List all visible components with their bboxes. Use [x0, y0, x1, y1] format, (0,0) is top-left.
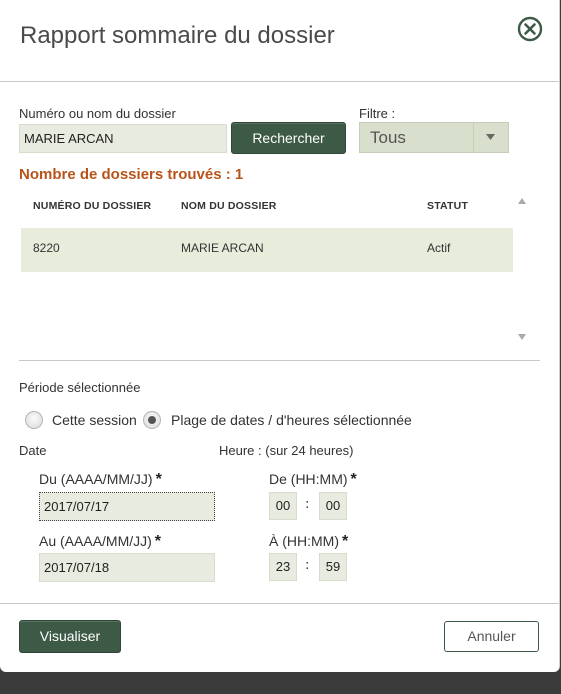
- to-minute-input[interactable]: 59: [319, 553, 347, 581]
- dropdown-toggle[interactable]: [473, 123, 508, 152]
- footer-divider: [0, 603, 559, 604]
- period-label: Période sélectionnée: [19, 380, 141, 395]
- radio-this-session[interactable]: [25, 411, 43, 429]
- cell-numero: 8220: [33, 241, 60, 255]
- results-divider: [19, 360, 540, 361]
- chevron-down-icon: [486, 134, 495, 140]
- to-date-input[interactable]: [39, 553, 215, 582]
- required-marker: *: [342, 533, 349, 550]
- dialog-title: Rapport sommaire du dossier: [20, 22, 335, 49]
- radio-date-range[interactable]: [143, 411, 161, 429]
- cell-statut: Actif: [427, 241, 451, 255]
- cancel-button[interactable]: Annuler: [444, 621, 539, 652]
- from-date-label: Du (AAAA/MM/JJ) *: [39, 471, 162, 489]
- filter-selected-value: Tous: [370, 128, 406, 147]
- radio-date-range-label[interactable]: Plage de dates / d'heures sélectionnée: [171, 412, 412, 428]
- header-divider: [0, 81, 559, 82]
- scroll-down-icon[interactable]: [518, 334, 526, 340]
- table-row[interactable]: 8220 MARIE ARCAN Actif: [21, 228, 513, 272]
- radio-selected-dot: [148, 416, 156, 424]
- time-heading: Heure : (sur 24 heures): [219, 443, 354, 458]
- to-date-label: Au (AAAA/MM/JJ) *: [39, 533, 161, 551]
- from-minute-input[interactable]: 00: [319, 492, 347, 520]
- search-button[interactable]: Rechercher: [231, 122, 346, 154]
- to-hour-input[interactable]: 23: [269, 553, 297, 581]
- close-circle-icon: [517, 16, 543, 42]
- from-date-input[interactable]: [39, 492, 215, 521]
- from-time-label-text: De (HH:MM): [269, 471, 348, 487]
- time-separator: :: [305, 558, 310, 573]
- column-header-statut[interactable]: STATUT: [427, 200, 468, 212]
- report-dialog: Rapport sommaire du dossier Numéro ou no…: [0, 0, 560, 672]
- radio-this-session-label[interactable]: Cette session: [52, 412, 137, 428]
- time-separator: :: [305, 497, 310, 512]
- from-hour-input[interactable]: 00: [269, 492, 297, 520]
- required-marker: *: [155, 471, 162, 488]
- results-count: Nombre de dossiers trouvés : 1: [19, 166, 244, 183]
- required-marker: *: [154, 533, 162, 550]
- search-label: Numéro ou nom du dossier: [19, 106, 176, 121]
- filter-label: Filtre :: [359, 106, 396, 121]
- close-button[interactable]: [517, 16, 543, 42]
- view-button[interactable]: Visualiser: [19, 620, 121, 653]
- required-marker: *: [350, 471, 357, 488]
- to-time-label-text: À (HH:MM): [269, 533, 339, 549]
- scroll-up-icon[interactable]: [518, 198, 526, 204]
- to-time-label: À (HH:MM) *: [269, 533, 348, 551]
- search-input[interactable]: [19, 124, 227, 153]
- column-header-numero[interactable]: NUMÉRO DU DOSSIER: [33, 200, 151, 212]
- cell-nom: MARIE ARCAN: [181, 241, 264, 255]
- to-date-label-text: Au (AAAA/MM/JJ): [39, 533, 152, 549]
- date-heading: Date: [19, 443, 47, 458]
- column-header-nom[interactable]: NOM DU DOSSIER: [181, 200, 277, 212]
- from-date-label-text: Du (AAAA/MM/JJ): [39, 471, 153, 487]
- filter-select[interactable]: Tous: [359, 122, 509, 153]
- from-time-label: De (HH:MM) *: [269, 471, 357, 489]
